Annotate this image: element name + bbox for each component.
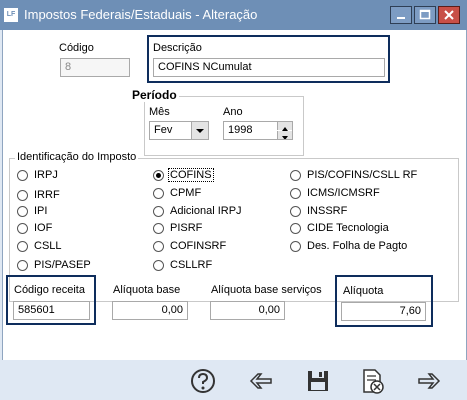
form-content: Código 8 Descrição COFINS NCumulat Perío… (2, 30, 467, 360)
maximize-button[interactable] (414, 6, 436, 24)
identificacao-title: Identificação do Imposto (15, 151, 139, 163)
ano-down-button[interactable] (277, 131, 292, 139)
back-arrow-icon (249, 373, 272, 389)
app-icon: LF (4, 8, 18, 22)
descricao-label: Descrição (153, 42, 202, 54)
forward-arrow-icon (418, 373, 441, 389)
codigo-receita-field[interactable]: 585601 (13, 301, 90, 320)
back-button[interactable] (245, 366, 275, 396)
maximize-icon (419, 9, 431, 20)
bottom-toolbar (0, 360, 467, 400)
title-bar: LF Impostos Federais/Estaduais - Alteraç… (0, 0, 467, 30)
mes-select[interactable]: Fev (149, 121, 209, 140)
arrow-down-icon (282, 136, 288, 139)
ano-value: 1998 (228, 124, 253, 136)
codigo-field: 8 (60, 58, 130, 77)
minimize-icon (397, 17, 405, 19)
close-button[interactable] (438, 6, 460, 24)
minimize-button[interactable] (390, 6, 412, 24)
save-icon (308, 371, 328, 391)
periodo-title: Período (130, 88, 179, 102)
ano-label: Ano (223, 106, 243, 118)
aliquota-base-field[interactable]: 0,00 (112, 301, 188, 320)
aliquota-base-servicos-label: Alíquota base serviços (211, 284, 322, 296)
delete-document-icon (363, 369, 384, 394)
codigo-receita-label: Código receita (14, 284, 85, 296)
help-button[interactable] (188, 366, 218, 396)
save-button[interactable] (303, 366, 333, 396)
ano-up-button[interactable] (277, 122, 292, 131)
window-title: Impostos Federais/Estaduais - Alteração (24, 7, 258, 22)
descricao-field[interactable]: COFINS NCumulat (153, 58, 385, 77)
aliquota-field[interactable]: 7,60 (341, 302, 426, 321)
codigo-label: Código (59, 42, 94, 54)
mes-value: Fev (154, 124, 173, 136)
aliquota-base-servicos-field[interactable]: 0,00 (210, 301, 285, 320)
mes-dropdown-button[interactable] (191, 122, 208, 139)
mes-label: Mês (149, 106, 170, 118)
aliquota-label: Alíquota (343, 285, 384, 297)
delete-button[interactable] (357, 366, 387, 396)
ano-spinner[interactable]: 1998 (223, 121, 293, 140)
aliquota-base-label: Alíquota base (113, 284, 181, 296)
close-icon (444, 10, 454, 20)
help-icon (191, 369, 215, 393)
forward-button[interactable] (415, 366, 445, 396)
chevron-down-icon (196, 129, 204, 133)
